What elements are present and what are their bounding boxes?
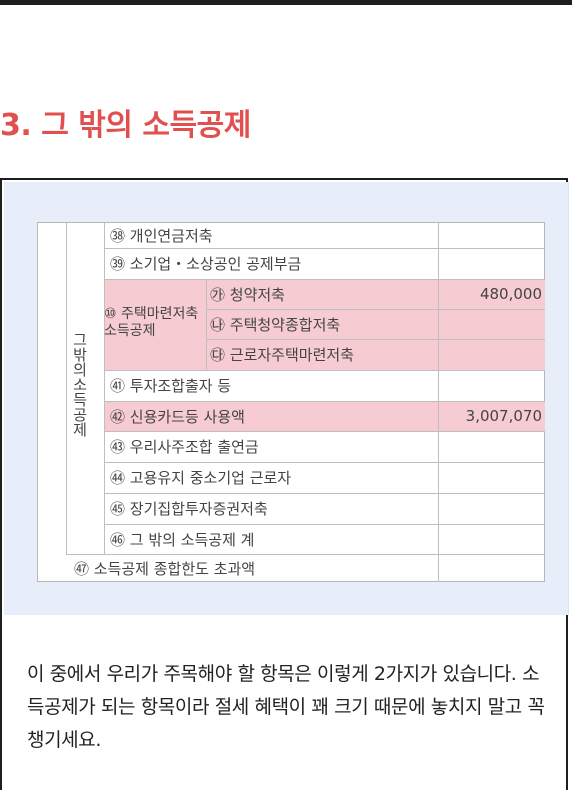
table-row-label: ㊶ 투자조합출자 등 (110, 377, 232, 395)
section-heading: 3. 그 밖의 소득공제 (0, 108, 251, 143)
table-row-label: ㊻ 그 밖의 소득공제 계 (110, 530, 255, 549)
table-row-label: ㊺ 장기집합투자증권저축 (110, 500, 268, 518)
table-row-label: ㉯ 주택청약종합저축 (210, 315, 341, 334)
table-row-label: ㊸ 우리사주조합 출연금 (110, 438, 259, 456)
table-row-label: ㊹ 고용유지 중소기업 근로자 (110, 469, 292, 487)
body-paragraph: 이 중에서 우리가 주목해야 할 항목은 이렇게 2가지가 있습니다. 소득공제… (27, 663, 545, 751)
figure-frame: 그밖의소득공제 ⑩ 주택마련저축소득공제 ㊳ 개인연금저축 ㊴ 소기업・소상공인… (0, 178, 569, 790)
top-divider-bar (0, 0, 572, 5)
table-row-label: ㊷ 신용카드등 사용액 (110, 407, 245, 426)
table-row-amount: 480,000 (479, 285, 542, 303)
table-row-amount: 3,007,070 (465, 407, 542, 425)
table-footer-label: ㊼ 소득공제 종합한도 초과액 (74, 559, 256, 578)
table-row-label: ㉰ 근로자주택마련저축 (210, 346, 354, 364)
figure-panel: 그밖의소득공제 ⑩ 주택마련저축소득공제 ㊳ 개인연금저축 ㊴ 소기업・소상공인… (4, 182, 569, 615)
group-label-vertical: 그밖의소득공제 (73, 331, 87, 439)
table-row-label: ㊳ 개인연금저축 (110, 227, 213, 245)
table-row-label: ㉮ 청약저축 (210, 285, 285, 304)
housing-group-label: ⑩ 주택마련저축소득공제 (104, 306, 199, 339)
table-row-label: ㊴ 소기업・소상공인 공제부금 (110, 255, 302, 273)
tax-form-table-image: 그밖의소득공제 ⑩ 주택마련저축소득공제 ㊳ 개인연금저축 ㊴ 소기업・소상공인… (37, 222, 545, 582)
